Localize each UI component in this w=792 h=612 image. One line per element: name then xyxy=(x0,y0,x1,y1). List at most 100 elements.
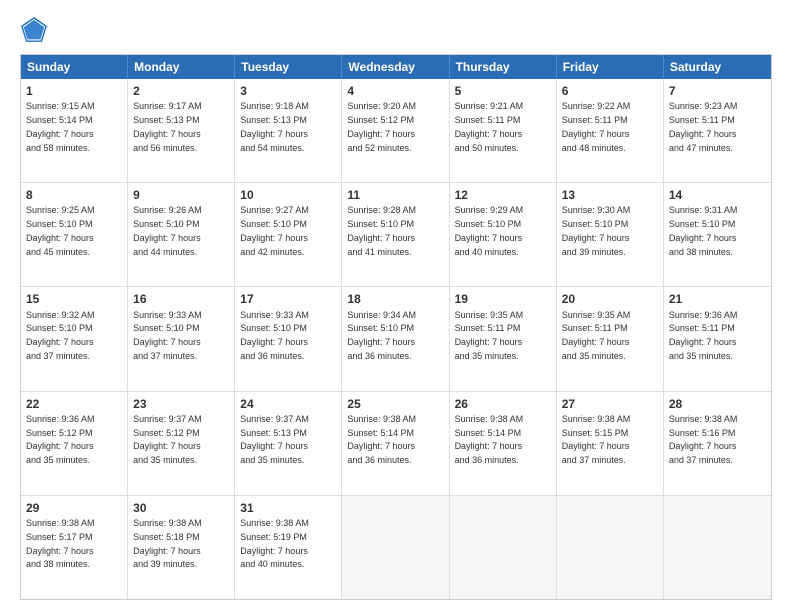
logo-icon xyxy=(20,16,48,44)
day-cell-13: 13 Sunrise: 9:30 AMSunset: 5:10 PMDayligh… xyxy=(557,183,664,286)
day-number: 24 xyxy=(240,396,336,412)
day-number: 16 xyxy=(133,291,229,307)
day-cell-9: 9 Sunrise: 9:26 AMSunset: 5:10 PMDaylight… xyxy=(128,183,235,286)
day-number: 19 xyxy=(455,291,551,307)
day-cell-31: 31 Sunrise: 9:38 AMSunset: 5:19 PMDayligh… xyxy=(235,496,342,599)
day-number: 13 xyxy=(562,187,658,203)
day-info: Sunrise: 9:37 AMSunset: 5:12 PMDaylight:… xyxy=(133,414,202,465)
day-number: 30 xyxy=(133,500,229,516)
day-info: Sunrise: 9:27 AMSunset: 5:10 PMDaylight:… xyxy=(240,205,309,256)
day-number: 18 xyxy=(347,291,443,307)
day-info: Sunrise: 9:28 AMSunset: 5:10 PMDaylight:… xyxy=(347,205,416,256)
day-number: 22 xyxy=(26,396,122,412)
day-info: Sunrise: 9:30 AMSunset: 5:10 PMDaylight:… xyxy=(562,205,631,256)
day-cell-18: 18Sunrise: 9:34 AMSunset: 5:10 PMDayligh… xyxy=(342,287,449,390)
day-info: Sunrise: 9:33 AMSunset: 5:10 PMDaylight:… xyxy=(133,310,202,361)
day-number: 2 xyxy=(133,83,229,99)
day-info: Sunrise: 9:21 AMSunset: 5:11 PMDaylight:… xyxy=(455,101,524,152)
day-cell-25: 25 Sunrise: 9:38 AMSunset: 5:14 PMDayligh… xyxy=(342,392,449,495)
weekday-header-friday: Friday xyxy=(557,55,664,79)
calendar-body: 1 Sunrise: 9:15 AMSunset: 5:14 PMDaylight… xyxy=(21,79,771,599)
weekday-header-monday: Monday xyxy=(128,55,235,79)
day-cell-23: 23 Sunrise: 9:37 AMSunset: 5:12 PMDayligh… xyxy=(128,392,235,495)
day-info: Sunrise: 9:20 AMSunset: 5:12 PMDaylight:… xyxy=(347,101,416,152)
day-cell-17: 17 Sunrise: 9:33 AMSunset: 5:10 PMDayligh… xyxy=(235,287,342,390)
day-info: Sunrise: 9:26 AMSunset: 5:10 PMDaylight:… xyxy=(133,205,202,256)
day-info: Sunrise: 9:38 AMSunset: 5:16 PMDaylight:… xyxy=(669,414,738,465)
calendar-row-3: 15 Sunrise: 9:32 AMSunset: 5:10 PMDayligh… xyxy=(21,286,771,390)
day-number: 25 xyxy=(347,396,443,412)
day-cell-11: 11 Sunrise: 9:28 AMSunset: 5:10 PMDayligh… xyxy=(342,183,449,286)
day-number: 7 xyxy=(669,83,766,99)
day-cell-3: 3 Sunrise: 9:18 AMSunset: 5:13 PMDaylight… xyxy=(235,79,342,182)
day-number: 23 xyxy=(133,396,229,412)
day-info: Sunrise: 9:17 AMSunset: 5:13 PMDaylight:… xyxy=(133,101,202,152)
day-number: 4 xyxy=(347,83,443,99)
day-cell-12: 12 Sunrise: 9:29 AMSunset: 5:10 PMDayligh… xyxy=(450,183,557,286)
day-info: Sunrise: 9:33 AMSunset: 5:10 PMDaylight:… xyxy=(240,310,309,361)
day-number: 9 xyxy=(133,187,229,203)
day-number: 6 xyxy=(562,83,658,99)
day-info: Sunrise: 9:35 AMSunset: 5:11 PMDaylight:… xyxy=(455,310,524,361)
day-cell-21: 21Sunrise: 9:36 AMSunset: 5:11 PMDayligh… xyxy=(664,287,771,390)
weekday-header-sunday: Sunday xyxy=(21,55,128,79)
calendar-header: SundayMondayTuesdayWednesdayThursdayFrid… xyxy=(21,55,771,79)
day-number: 27 xyxy=(562,396,658,412)
day-cell-14: 14Sunrise: 9:31 AMSunset: 5:10 PMDayligh… xyxy=(664,183,771,286)
day-number: 3 xyxy=(240,83,336,99)
day-cell-8: 8 Sunrise: 9:25 AMSunset: 5:10 PMDaylight… xyxy=(21,183,128,286)
day-cell-30: 30 Sunrise: 9:38 AMSunset: 5:18 PMDayligh… xyxy=(128,496,235,599)
day-info: Sunrise: 9:38 AMSunset: 5:14 PMDaylight:… xyxy=(347,414,416,465)
empty-cell xyxy=(342,496,449,599)
day-cell-15: 15 Sunrise: 9:32 AMSunset: 5:10 PMDayligh… xyxy=(21,287,128,390)
day-number: 28 xyxy=(669,396,766,412)
day-number: 11 xyxy=(347,187,443,203)
day-cell-2: 2 Sunrise: 9:17 AMSunset: 5:13 PMDaylight… xyxy=(128,79,235,182)
day-cell-1: 1 Sunrise: 9:15 AMSunset: 5:14 PMDaylight… xyxy=(21,79,128,182)
empty-cell xyxy=(450,496,557,599)
day-cell-7: 7 Sunrise: 9:23 AMSunset: 5:11 PMDaylight… xyxy=(664,79,771,182)
day-number: 5 xyxy=(455,83,551,99)
day-cell-16: 16 Sunrise: 9:33 AMSunset: 5:10 PMDayligh… xyxy=(128,287,235,390)
day-number: 29 xyxy=(26,500,122,516)
day-info: Sunrise: 9:29 AMSunset: 5:10 PMDaylight:… xyxy=(455,205,524,256)
day-cell-27: 27 Sunrise: 9:38 AMSunset: 5:15 PMDayligh… xyxy=(557,392,664,495)
day-cell-24: 24 Sunrise: 9:37 AMSunset: 5:13 PMDayligh… xyxy=(235,392,342,495)
day-info: Sunrise: 9:23 AMSunset: 5:11 PMDaylight:… xyxy=(669,101,738,152)
day-number: 1 xyxy=(26,83,122,99)
day-info: Sunrise: 9:38 AMSunset: 5:19 PMDaylight:… xyxy=(240,518,309,569)
day-number: 10 xyxy=(240,187,336,203)
day-info: Sunrise: 9:38 AMSunset: 5:18 PMDaylight:… xyxy=(133,518,202,569)
day-number: 17 xyxy=(240,291,336,307)
day-info: Sunrise: 9:38 AMSunset: 5:15 PMDaylight:… xyxy=(562,414,631,465)
day-info: Sunrise: 9:25 AMSunset: 5:10 PMDaylight:… xyxy=(26,205,95,256)
day-cell-26: 26Sunrise: 9:38 AMSunset: 5:14 PMDayligh… xyxy=(450,392,557,495)
calendar-row-2: 8 Sunrise: 9:25 AMSunset: 5:10 PMDaylight… xyxy=(21,182,771,286)
day-cell-29: 29 Sunrise: 9:38 AMSunset: 5:17 PMDayligh… xyxy=(21,496,128,599)
day-cell-10: 10 Sunrise: 9:27 AMSunset: 5:10 PMDayligh… xyxy=(235,183,342,286)
day-info: Sunrise: 9:32 AMSunset: 5:10 PMDaylight:… xyxy=(26,310,95,361)
weekday-header-saturday: Saturday xyxy=(664,55,771,79)
day-number: 8 xyxy=(26,187,122,203)
day-number: 21 xyxy=(669,291,766,307)
day-info: Sunrise: 9:37 AMSunset: 5:13 PMDaylight:… xyxy=(240,414,309,465)
day-cell-4: 4 Sunrise: 9:20 AMSunset: 5:12 PMDaylight… xyxy=(342,79,449,182)
weekday-header-thursday: Thursday xyxy=(450,55,557,79)
weekday-header-tuesday: Tuesday xyxy=(235,55,342,79)
calendar-row-4: 22Sunrise: 9:36 AMSunset: 5:12 PMDayligh… xyxy=(21,391,771,495)
day-info: Sunrise: 9:15 AMSunset: 5:14 PMDaylight:… xyxy=(26,101,95,152)
day-number: 15 xyxy=(26,291,122,307)
weekday-header-wednesday: Wednesday xyxy=(342,55,449,79)
day-cell-28: 28 Sunrise: 9:38 AMSunset: 5:16 PMDayligh… xyxy=(664,392,771,495)
day-number: 12 xyxy=(455,187,551,203)
day-info: Sunrise: 9:38 AMSunset: 5:14 PMDaylight:… xyxy=(455,414,524,465)
day-cell-20: 20Sunrise: 9:35 AMSunset: 5:11 PMDayligh… xyxy=(557,287,664,390)
calendar-row-1: 1 Sunrise: 9:15 AMSunset: 5:14 PMDaylight… xyxy=(21,79,771,182)
day-info: Sunrise: 9:38 AMSunset: 5:17 PMDaylight:… xyxy=(26,518,95,569)
day-cell-5: 5 Sunrise: 9:21 AMSunset: 5:11 PMDaylight… xyxy=(450,79,557,182)
header xyxy=(20,16,772,44)
day-cell-6: 6Sunrise: 9:22 AMSunset: 5:11 PMDaylight… xyxy=(557,79,664,182)
day-info: Sunrise: 9:18 AMSunset: 5:13 PMDaylight:… xyxy=(240,101,309,152)
day-cell-22: 22Sunrise: 9:36 AMSunset: 5:12 PMDayligh… xyxy=(21,392,128,495)
day-number: 31 xyxy=(240,500,336,516)
